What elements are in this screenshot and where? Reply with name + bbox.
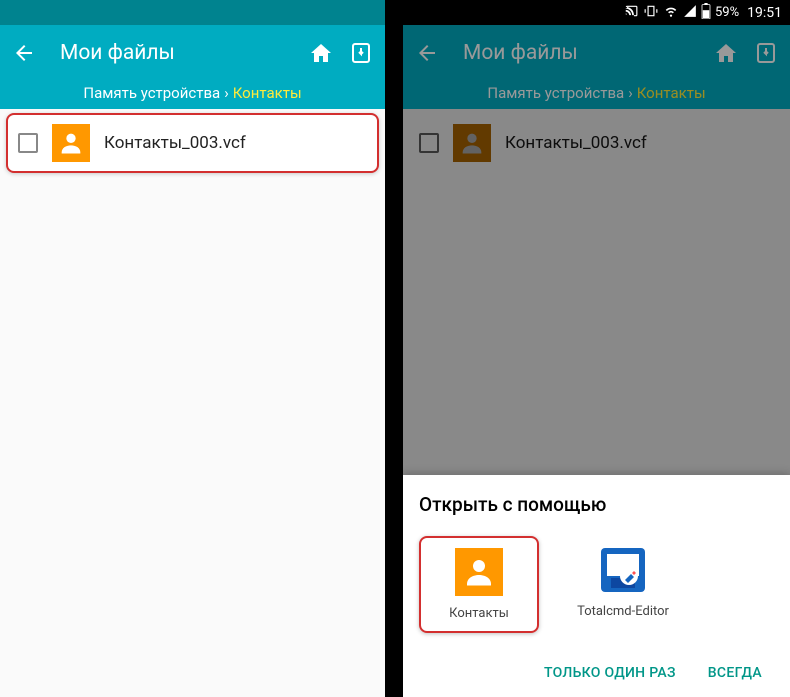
contacts-app-icon (455, 548, 503, 596)
breadcrumb: Память устройства › Контакты (0, 81, 385, 109)
app-bar: Мои файлы (0, 25, 385, 81)
file-name: Контакты_003.vcf (104, 133, 246, 153)
status-bar: 59% 19:51 (403, 0, 790, 25)
file-item[interactable]: Контакты_003.vcf (409, 113, 784, 173)
signal-icon (683, 4, 697, 22)
file-list: Контакты_003.vcf (0, 109, 385, 697)
app-title: Мои файлы (463, 41, 714, 65)
battery-icon (701, 3, 711, 23)
back-icon[interactable] (415, 41, 439, 65)
back-icon[interactable] (12, 41, 36, 65)
battery-percent: 59% (715, 5, 739, 20)
breadcrumb-parent[interactable]: Память устройства (487, 84, 624, 102)
breadcrumb-current[interactable]: Контакты (637, 84, 706, 102)
app-bar: Мои файлы (403, 25, 790, 81)
breadcrumb-current[interactable]: Контакты (233, 84, 302, 102)
app-title: Мои файлы (60, 41, 309, 65)
status-time: 19:51 (747, 5, 782, 21)
sheet-actions: ТОЛЬКО ОДИН РАЗ ВСЕГДА (419, 657, 774, 689)
app-options: Контакты Totalcmd-Editor (419, 532, 774, 637)
home-icon[interactable] (309, 41, 333, 65)
file-checkbox[interactable] (18, 133, 38, 153)
chevron-right-icon: › (628, 84, 633, 102)
file-item[interactable]: Контакты_003.vcf (6, 113, 379, 173)
storage-icon[interactable] (754, 41, 778, 65)
storage-icon[interactable] (349, 41, 373, 65)
app-option-editor[interactable]: Totalcmd-Editor (563, 536, 683, 633)
cast-icon (623, 4, 639, 22)
phone-left: Мои файлы Память устройства › Контакты К… (0, 0, 385, 697)
editor-app-icon (599, 546, 647, 594)
home-icon[interactable] (714, 41, 738, 65)
app-option-contacts[interactable]: Контакты (419, 536, 539, 633)
breadcrumb-parent[interactable]: Память устройства (83, 84, 220, 102)
contacts-file-icon (52, 124, 90, 162)
contacts-file-icon (453, 124, 491, 162)
phone-right: 59% 19:51 Мои файлы Память устройства › … (403, 0, 790, 697)
app-option-label: Контакты (449, 606, 509, 621)
file-name: Контакты_003.vcf (505, 133, 647, 153)
status-bar (0, 0, 385, 25)
action-always[interactable]: ВСЕГДА (708, 665, 762, 681)
app-option-label: Totalcmd-Editor (577, 604, 669, 619)
vibrate-icon (643, 4, 659, 22)
chevron-right-icon: › (224, 84, 229, 102)
action-just-once[interactable]: ТОЛЬКО ОДИН РАЗ (544, 665, 676, 681)
wifi-icon (663, 4, 679, 22)
sheet-title: Открыть с помощью (419, 493, 774, 516)
open-with-sheet: Открыть с помощью Контакты Totalcmd-Edit… (403, 475, 790, 697)
file-list: Контакты_003.vcf Открыть с помощью Конта… (403, 109, 790, 697)
screenshot-divider (385, 0, 403, 697)
file-checkbox[interactable] (419, 133, 439, 153)
breadcrumb: Память устройства › Контакты (403, 81, 790, 109)
